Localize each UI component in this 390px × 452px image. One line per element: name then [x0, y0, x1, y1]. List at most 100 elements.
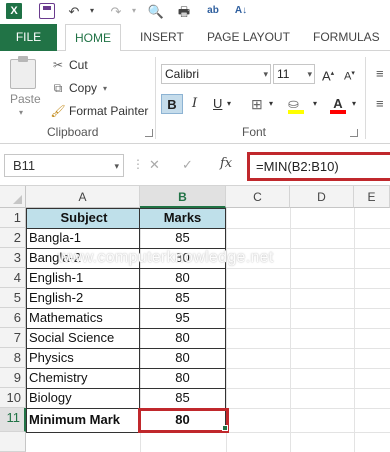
row-header[interactable]: 9: [0, 368, 26, 388]
excel-logo-icon: X: [6, 3, 22, 19]
chevron-down-icon: ▾: [307, 69, 312, 79]
fill-color-dropdown-icon[interactable]: ▾: [313, 94, 317, 114]
redo-icon[interactable]: ↷: [108, 3, 124, 19]
row-header[interactable]: 10: [0, 388, 26, 408]
subject-cell[interactable]: English-1: [27, 268, 139, 288]
font-color-a-icon: A: [333, 96, 343, 111]
borders-dropdown-icon[interactable]: ▾: [269, 94, 273, 114]
fill-color-swatch: [288, 110, 304, 114]
subject-cell[interactable]: Bangla-1: [27, 228, 139, 248]
tab-insert[interactable]: INSERT: [140, 24, 184, 51]
row-header[interactable]: 1: [0, 208, 26, 228]
save-icon[interactable]: [39, 3, 55, 19]
column-header-a[interactable]: A: [26, 186, 140, 208]
paste-icon[interactable]: [10, 56, 36, 89]
column-header-e[interactable]: E: [354, 186, 390, 208]
tab-formulas[interactable]: FORMULAS: [313, 24, 380, 51]
row-header-partial[interactable]: [0, 432, 26, 452]
group-divider: [365, 57, 366, 139]
font-color-dropdown-icon[interactable]: ▾: [352, 94, 356, 114]
marks-cell[interactable]: 85: [140, 288, 225, 308]
fill-handle[interactable]: [222, 425, 228, 431]
marks-cell[interactable]: 80: [140, 348, 225, 368]
column-header-b[interactable]: B: [140, 186, 226, 208]
format-painter-button[interactable]: 🖌 Format Painter: [50, 102, 148, 120]
column-header-d[interactable]: D: [290, 186, 354, 208]
font-launcher-icon[interactable]: [350, 129, 358, 137]
cancel-icon[interactable]: ✕: [149, 157, 160, 173]
copy-dropdown-icon[interactable]: ▾: [103, 84, 107, 93]
header-cell-marks[interactable]: Marks: [140, 208, 225, 228]
subject-cell[interactable]: Mathematics: [27, 308, 139, 328]
formula-input[interactable]: =MIN(B2:B10): [247, 152, 390, 181]
align-icon[interactable]: ≡: [376, 64, 384, 84]
paste-button[interactable]: Paste: [10, 92, 41, 106]
row-header[interactable]: 6: [0, 308, 26, 328]
watermark: www.computerknowledge.net: [58, 249, 274, 266]
tab-home[interactable]: HOME: [65, 24, 121, 52]
name-box-value: B11: [13, 158, 36, 173]
marks-cell[interactable]: 80: [140, 368, 225, 388]
row-header[interactable]: 2: [0, 228, 26, 248]
subject-cell[interactable]: English-2: [27, 288, 139, 308]
borders-icon[interactable]: ⊞: [251, 94, 263, 114]
row-header[interactable]: 4: [0, 268, 26, 288]
font-color-swatch: [330, 110, 346, 114]
font-name-select[interactable]: Calibri ▾: [161, 64, 271, 84]
row-header-selected[interactable]: 11: [0, 408, 26, 432]
scissors-icon: ✂: [52, 58, 64, 72]
cut-button[interactable]: ✂ Cut: [50, 56, 88, 74]
select-all-button[interactable]: [0, 186, 26, 208]
subject-cell[interactable]: Chemistry: [27, 368, 139, 388]
column-header-c[interactable]: C: [226, 186, 290, 208]
format-painter-label: Format Painter: [69, 104, 149, 118]
quick-access-toolbar: X ↶ ▾ ↷ ▾ 🔍 🖶 ab A↓: [0, 0, 390, 24]
marks-cell[interactable]: 85: [140, 388, 225, 408]
row-header[interactable]: 7: [0, 328, 26, 348]
font-size-select[interactable]: 11 ▾: [273, 64, 315, 84]
decrease-font-size-button[interactable]: A▾: [344, 64, 355, 84]
tab-file[interactable]: FILE: [0, 24, 57, 51]
active-cell-highlight: [138, 408, 229, 433]
sort-icon[interactable]: A↓: [233, 3, 249, 19]
name-box[interactable]: B11 ▾: [4, 154, 124, 177]
italic-button[interactable]: I: [192, 94, 197, 114]
enter-icon[interactable]: ✓: [182, 157, 193, 173]
copy-button[interactable]: ⧉ Copy ▾: [50, 79, 107, 97]
subject-cell[interactable]: Physics: [27, 348, 139, 368]
marks-cell[interactable]: 85: [140, 228, 225, 248]
insert-function-button[interactable]: fx: [220, 156, 232, 171]
clipboard-launcher-icon[interactable]: [145, 129, 153, 137]
row-header[interactable]: 5: [0, 288, 26, 308]
tab-page-layout[interactable]: PAGE LAYOUT: [207, 24, 290, 51]
marks-cell[interactable]: 95: [140, 308, 225, 328]
clipboard-group-label: Clipboard: [47, 125, 99, 139]
row-header[interactable]: 3: [0, 248, 26, 268]
undo-dropdown-icon[interactable]: ▾: [84, 3, 100, 19]
formula-bar-grip-icon: ⋮: [132, 157, 144, 171]
header-cell-subject[interactable]: Subject: [27, 208, 139, 228]
align-lines-icon[interactable]: ≡: [376, 94, 384, 114]
ribbon-tabs: FILE HOME INSERT PAGE LAYOUT FORMULAS: [0, 24, 390, 52]
font-size-value: 11: [277, 67, 290, 81]
marks-cell[interactable]: 80: [140, 268, 225, 288]
quick-print-icon[interactable]: 🖶: [176, 3, 192, 19]
marks-cell[interactable]: 80: [140, 328, 225, 348]
row-header[interactable]: 8: [0, 348, 26, 368]
increase-font-size-button[interactable]: A▴: [322, 64, 334, 84]
chevron-down-icon: ▾: [263, 69, 268, 79]
redo-dropdown-icon[interactable]: ▾: [126, 3, 142, 19]
table-border: [225, 208, 226, 433]
fill-color-button[interactable]: ⛀: [288, 94, 306, 114]
minimum-mark-label-cell[interactable]: Minimum Mark: [27, 410, 139, 430]
subject-cell[interactable]: Social Science: [27, 328, 139, 348]
underline-dropdown-icon[interactable]: ▾: [227, 94, 231, 114]
subject-cell[interactable]: Biology: [27, 388, 139, 408]
undo-icon[interactable]: ↶: [66, 3, 82, 19]
font-color-button[interactable]: A: [330, 94, 346, 114]
underline-button[interactable]: U: [213, 94, 222, 114]
spelling-icon[interactable]: ab: [205, 3, 221, 19]
print-preview-icon[interactable]: 🔍: [148, 3, 164, 19]
bold-button[interactable]: B: [161, 94, 183, 114]
paste-dropdown-icon[interactable]: ▾: [19, 108, 23, 117]
